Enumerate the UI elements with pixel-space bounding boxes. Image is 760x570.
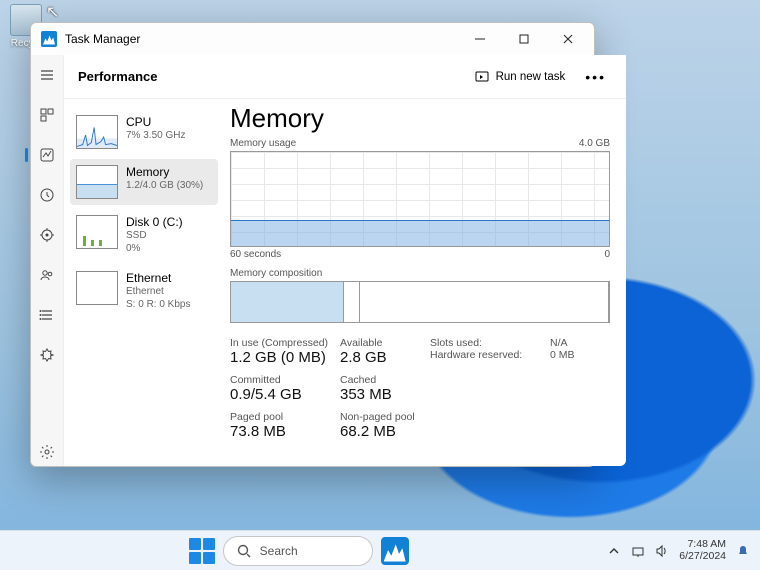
ethernet-sub1: Ethernet — [126, 286, 190, 299]
page-title: Performance — [78, 69, 466, 84]
cpu-sub: 7% 3.50 GHz — [126, 130, 185, 143]
nav-rail — [31, 55, 63, 466]
network-icon[interactable] — [631, 544, 645, 558]
composition-label: Memory composition — [230, 268, 610, 279]
processes-tab[interactable] — [31, 101, 63, 129]
sidebar-item-ethernet[interactable]: Ethernet Ethernet S: 0 R: 0 Kbps — [70, 265, 218, 317]
taskbar-search[interactable]: Search — [223, 536, 373, 566]
paged-value: 73.8 MB — [230, 423, 340, 440]
titlebar[interactable]: Task Manager — [31, 23, 594, 55]
window-title: Task Manager — [65, 32, 458, 46]
sidebar-item-memory[interactable]: Memory 1.2/4.0 GB (30%) — [70, 159, 218, 205]
disk-title: Disk 0 (C:) — [126, 215, 183, 230]
x-right: 0 — [604, 249, 610, 260]
more-options-button[interactable]: ••• — [579, 65, 612, 89]
hw-value: 0 MB — [550, 349, 610, 361]
usage-graph-max: 4.0 GB — [579, 138, 610, 149]
slots-value: N/A — [550, 337, 610, 349]
clock-time: 7:48 AM — [687, 539, 726, 551]
paged-label: Paged pool — [230, 411, 340, 423]
startup-apps-tab[interactable] — [31, 221, 63, 249]
memory-composition-graph — [230, 281, 610, 323]
nonpaged-label: Non-paged pool — [340, 411, 430, 423]
disk-sub1: SSD — [126, 230, 183, 243]
cursor-icon: ↖ — [46, 2, 59, 22]
memory-usage-graph — [230, 151, 610, 247]
slots-label: Slots used: — [430, 337, 550, 349]
maximize-button[interactable] — [502, 24, 546, 54]
sidebar-item-cpu[interactable]: CPU 7% 3.50 GHz — [70, 109, 218, 155]
cached-label: Cached — [340, 374, 430, 386]
cpu-title: CPU — [126, 115, 185, 130]
performance-tab[interactable] — [31, 141, 63, 169]
nonpaged-value: 68.2 MB — [340, 423, 430, 440]
ethernet-thumbnail — [76, 271, 118, 305]
page-header: Performance Run new task ••• — [64, 55, 626, 99]
run-task-label: Run new task — [496, 71, 566, 83]
sidebar-item-disk[interactable]: Disk 0 (C:) SSD 0% — [70, 209, 218, 261]
cpu-thumbnail — [76, 115, 118, 149]
disk-thumbnail — [76, 215, 118, 249]
clock-date: 6/27/2024 — [679, 551, 726, 563]
settings-button[interactable] — [31, 438, 63, 466]
search-icon — [236, 543, 252, 559]
taskbar: Search 7:48 AM 6/27/2024 — [0, 530, 760, 570]
users-tab[interactable] — [31, 261, 63, 289]
avail-label: Available — [340, 337, 430, 349]
services-tab[interactable] — [31, 341, 63, 369]
detail-heading: Memory — [230, 103, 610, 134]
hw-label: Hardware reserved: — [430, 349, 550, 361]
volume-icon[interactable] — [655, 544, 669, 558]
taskbar-app-taskmanager[interactable] — [381, 537, 409, 565]
run-new-task-button[interactable]: Run new task — [466, 65, 574, 89]
resource-list: CPU 7% 3.50 GHz Memory 1.2/4.0 GB (30%) — [64, 99, 224, 466]
committed-value: 0.9/5.4 GB — [230, 386, 340, 403]
app-icon — [41, 31, 57, 47]
disk-sub2: 0% — [126, 243, 183, 256]
start-button[interactable] — [189, 538, 215, 564]
app-history-tab[interactable] — [31, 181, 63, 209]
memory-stats: In use (Compressed) 1.2 GB (0 MB) Availa… — [230, 337, 610, 440]
hamburger-button[interactable] — [31, 61, 63, 89]
memory-sub: 1.2/4.0 GB (30%) — [126, 180, 203, 193]
notifications-icon[interactable] — [736, 544, 750, 558]
tray-chevron-icon[interactable] — [607, 544, 621, 558]
system-tray: 7:48 AM 6/27/2024 — [597, 539, 760, 562]
inuse-value: 1.2 GB (0 MB) — [230, 349, 340, 366]
task-manager-window: Task Manager Performance — [30, 22, 595, 467]
minimize-button[interactable] — [458, 24, 502, 54]
close-button[interactable] — [546, 24, 590, 54]
inuse-label: In use (Compressed) — [230, 337, 340, 349]
committed-label: Committed — [230, 374, 340, 386]
search-placeholder: Search — [260, 544, 298, 558]
detail-pane: Memory Memory usage 4.0 GB 60 seconds 0 … — [224, 99, 626, 466]
ethernet-title: Ethernet — [126, 271, 190, 286]
avail-value: 2.8 GB — [340, 349, 430, 366]
run-task-icon — [474, 69, 490, 85]
cached-value: 353 MB — [340, 386, 430, 403]
details-tab[interactable] — [31, 301, 63, 329]
x-left: 60 seconds — [230, 249, 281, 260]
memory-title: Memory — [126, 165, 203, 180]
usage-graph-label: Memory usage — [230, 138, 296, 149]
taskbar-clock[interactable]: 7:48 AM 6/27/2024 — [679, 539, 726, 562]
ethernet-sub2: S: 0 R: 0 Kbps — [126, 299, 190, 312]
memory-thumbnail — [76, 165, 118, 199]
